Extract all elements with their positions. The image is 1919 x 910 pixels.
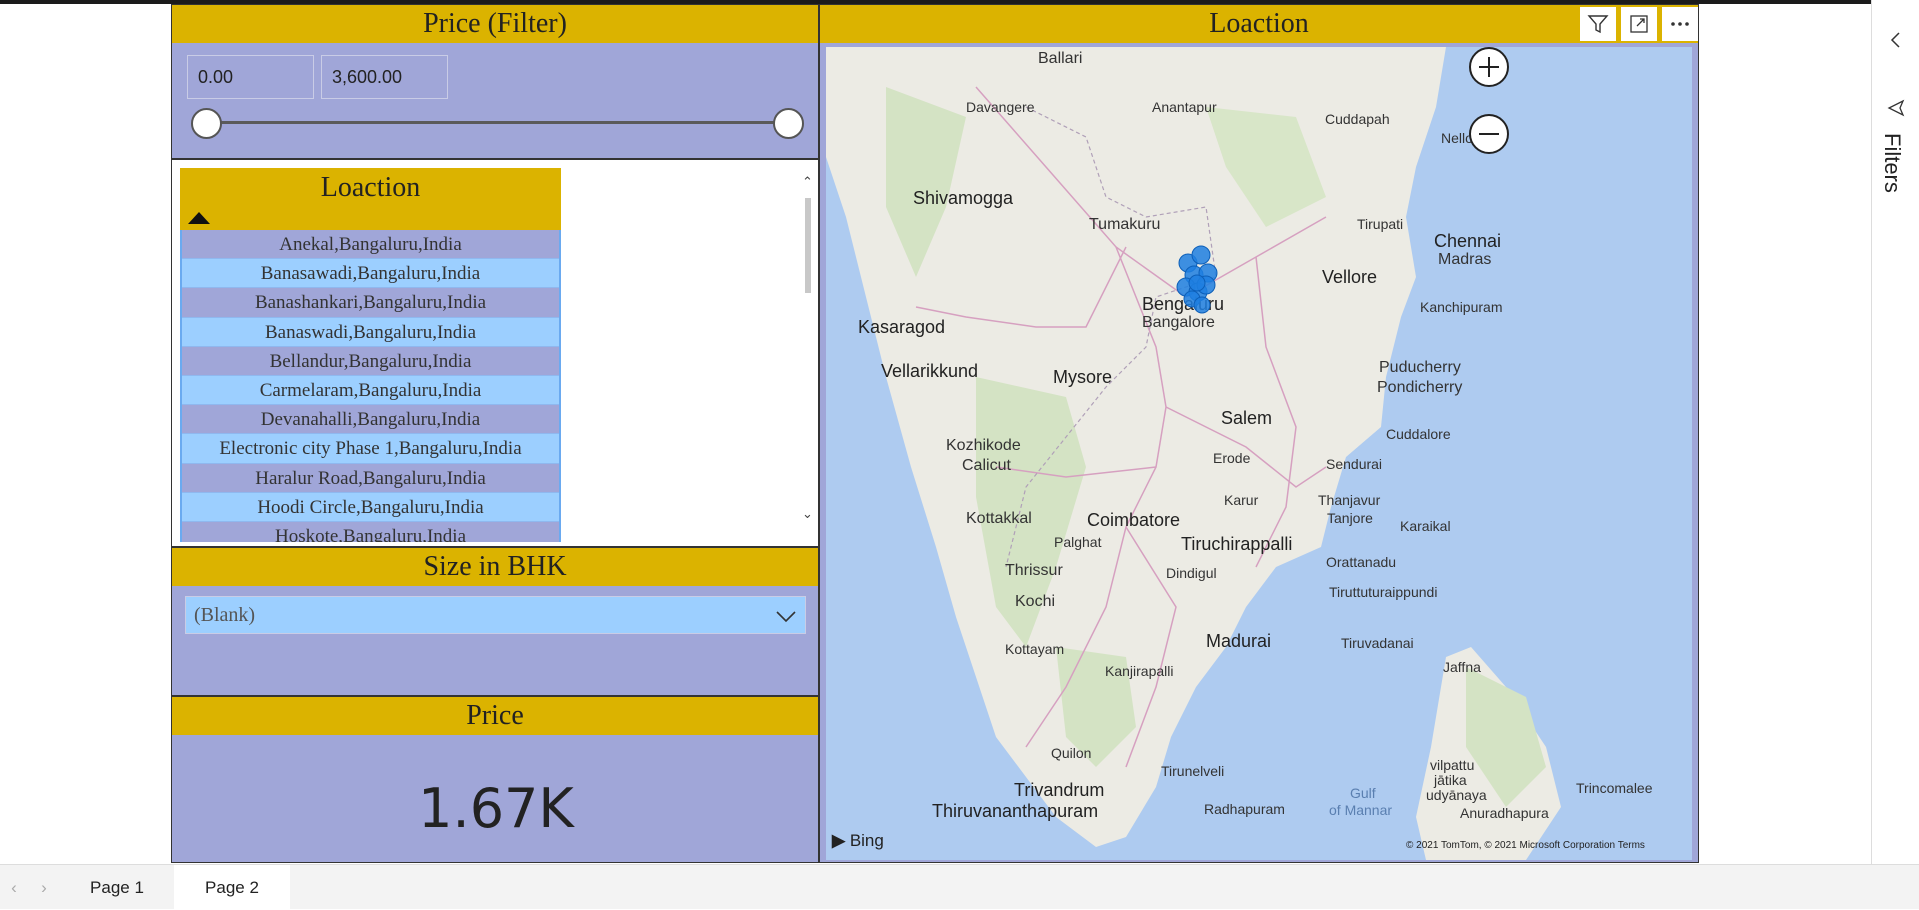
map-markers (1176, 245, 1218, 314)
map-visual: Loaction Ballari Davangere Anantapur Cud… (819, 4, 1699, 863)
filter-icon[interactable] (1580, 7, 1616, 41)
location-marker[interactable] (1191, 245, 1211, 265)
price-max-input[interactable]: 3,600.00 (321, 55, 448, 99)
map-copyright: © 2021 TomTom, © 2021 Microsoft Corporat… (1406, 840, 1645, 851)
tab-prev-icon[interactable]: ‹ (6, 865, 22, 910)
location-list-item[interactable]: Haralur Road,Bangaluru,India (182, 463, 559, 493)
minus-icon (1479, 133, 1499, 135)
filters-pane-label[interactable]: Filters (1879, 133, 1905, 193)
bhk-slicer: Size in BHK (Blank) (171, 547, 819, 696)
price-slider-max-handle[interactable] (773, 108, 804, 139)
page-tab-bar: ‹ › Page 1 Page 2 (0, 864, 1919, 910)
plus-icon (1479, 57, 1499, 77)
location-list[interactable]: Anekal,Bangaluru,India Banasawadi,Bangalu… (180, 230, 561, 542)
bhk-dropdown[interactable]: (Blank) (185, 596, 806, 634)
bing-logo: ▶ Bing (832, 831, 884, 851)
location-list-item[interactable]: Anekal,Bangaluru,India (182, 230, 559, 260)
location-slicer-title: Loaction (320, 172, 421, 203)
scroll-down-icon[interactable]: ⌄ (802, 506, 813, 522)
location-marker[interactable] (1188, 274, 1206, 292)
location-list-item[interactable]: Electronic city Phase 1,Bangaluru,India (182, 434, 559, 464)
location-list-item[interactable]: Hoskote,Bangaluru,India (182, 521, 559, 542)
price-card: Price 1.67K (171, 696, 819, 863)
zoom-out-button[interactable] (1469, 114, 1509, 154)
tab-page-1[interactable]: Page 1 (60, 865, 174, 910)
bing-label: Bing (849, 831, 884, 850)
tab-page-2[interactable]: Page 2 (174, 865, 290, 910)
price-range-inputs: 0.00 3,600.00 (187, 55, 448, 99)
scroll-up-icon[interactable]: ⌃ (802, 174, 813, 190)
chevron-down-icon (776, 611, 796, 623)
filter-pane-icon[interactable] (1886, 98, 1906, 118)
location-list-item[interactable]: Devanahalli,Bangaluru,India (182, 405, 559, 435)
filters-pane (1871, 0, 1919, 864)
location-list-item[interactable]: Banasawadi,Bangaluru,India (182, 259, 559, 289)
price-slider-min-handle[interactable] (191, 108, 222, 139)
bing-icon: ▶ (832, 831, 846, 850)
price-card-value: 1.67K (418, 777, 574, 840)
map-canvas[interactable]: Ballari Davangere Anantapur Cuddapah Nel… (826, 47, 1692, 860)
focus-mode-icon[interactable] (1621, 7, 1657, 41)
zoom-in-button[interactable] (1469, 47, 1509, 87)
location-list-item[interactable]: Banaswadi,Bangaluru,India (182, 317, 559, 347)
collapse-chevron-icon[interactable] (1886, 30, 1906, 50)
location-list-item[interactable]: Banashankari,Bangaluru,India (182, 288, 559, 318)
location-marker[interactable] (1193, 296, 1211, 314)
bhk-selected-value: (Blank) (194, 604, 256, 626)
price-filter-slicer: Price (Filter) 0.00 3,600.00 (171, 4, 819, 159)
location-slicer-header: Loaction (180, 168, 561, 230)
location-slicer: Loaction Anekal,Bangaluru,India Banasawad… (171, 159, 819, 547)
location-list-item[interactable]: Carmelaram,Bangaluru,India (182, 375, 559, 406)
bhk-title: Size in BHK (172, 548, 818, 586)
more-options-icon[interactable] (1662, 7, 1698, 41)
location-list-item[interactable]: Hoodi Circle,Bangaluru,India (182, 492, 559, 522)
location-list-item[interactable]: Bellandur,Bangaluru,India (182, 346, 559, 376)
price-slider-track[interactable] (205, 121, 790, 124)
scrollbar-thumb[interactable] (805, 198, 811, 293)
price-card-title: Price (172, 697, 818, 735)
sort-ascending-icon[interactable] (188, 212, 210, 224)
price-filter-title: Price (Filter) (172, 5, 818, 43)
visual-header-icons (1580, 7, 1698, 41)
price-min-input[interactable]: 0.00 (187, 55, 314, 99)
tab-next-icon[interactable]: › (36, 865, 52, 910)
map-title: Loaction (820, 5, 1698, 43)
